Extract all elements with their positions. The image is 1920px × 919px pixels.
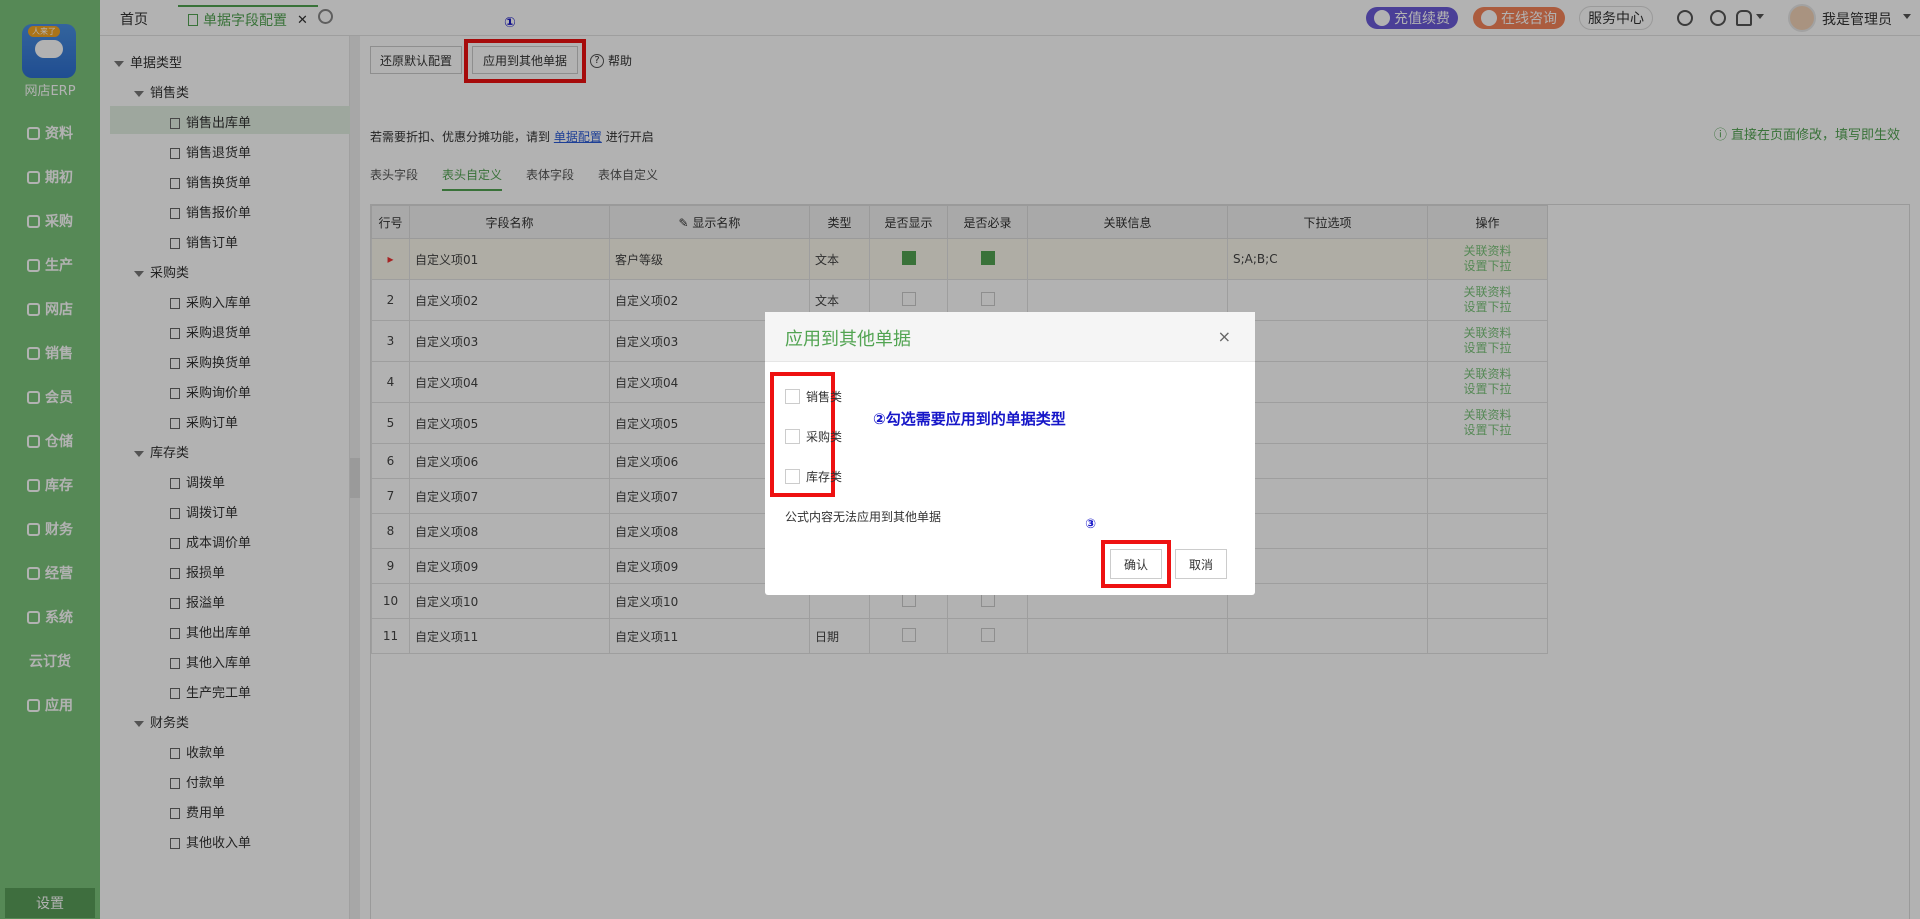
dialog-header: 应用到其他单据 × xyxy=(765,312,1255,362)
dialog-note: 公式内容无法应用到其他单据 xyxy=(785,510,942,524)
option-label: 销售类 xyxy=(806,390,843,404)
cancel-button[interactable]: 取消 xyxy=(1175,549,1227,579)
step-marker-3: ③ xyxy=(1085,517,1097,532)
option-purchase[interactable]: 采购类 xyxy=(785,428,842,445)
option-label: 采购类 xyxy=(806,430,843,444)
dialog-title: 应用到其他单据 xyxy=(785,329,911,350)
checkbox[interactable] xyxy=(785,469,800,484)
option-sales[interactable]: 销售类 xyxy=(785,388,842,405)
checkbox[interactable] xyxy=(785,389,800,404)
option-inventory[interactable]: 库存类 xyxy=(785,468,842,485)
option-label: 库存类 xyxy=(806,470,843,484)
confirm-button[interactable]: 确认 xyxy=(1110,549,1162,579)
apply-dialog: 应用到其他单据 × 销售类 采购类 库存类 ②勾选需要应用到的单据类型 公式内容… xyxy=(765,312,1255,595)
step-annotation-2: ②勾选需要应用到的单据类型 xyxy=(873,410,1066,428)
checkbox[interactable] xyxy=(785,429,800,444)
close-icon[interactable]: × xyxy=(1218,327,1231,346)
